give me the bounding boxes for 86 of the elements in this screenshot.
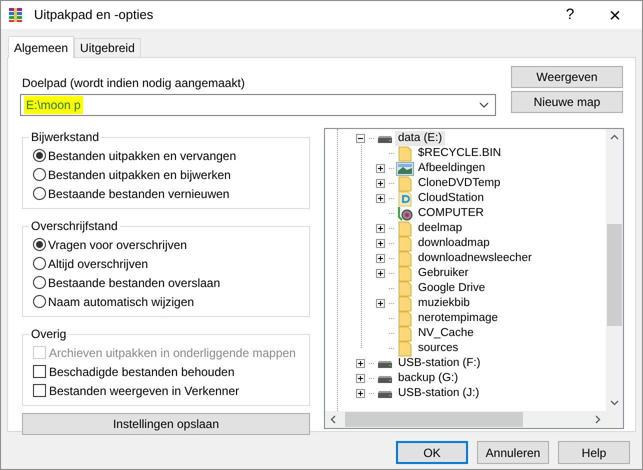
checkbox[interactable] (33, 384, 46, 397)
folder-icon (398, 326, 412, 342)
option-label: Bestaande bestanden vernieuwen (48, 186, 230, 202)
expand-icon[interactable] (356, 389, 364, 398)
expand-icon[interactable] (376, 239, 384, 248)
tree-item[interactable]: data (E:) (395, 131, 446, 146)
option-label: Vragen voor overschrijven (48, 236, 187, 254)
folder-icon (398, 146, 412, 162)
expand-icon[interactable] (376, 179, 384, 188)
dialog-button[interactable]: OK (396, 441, 468, 464)
folder-icon (398, 250, 412, 266)
drive-icon (377, 390, 393, 398)
dialog-button[interactable]: Annuleren (477, 441, 549, 464)
close-button[interactable]: × (592, 1, 638, 29)
help-button[interactable]: ? (548, 1, 592, 29)
option-label: Bestanden uitpakken en bijwerken (48, 166, 231, 184)
tree-item[interactable]: downloadnewsleecher (415, 251, 535, 266)
radio-button[interactable] (33, 238, 46, 251)
expand-icon[interactable] (356, 359, 364, 368)
folder-icon (398, 266, 412, 282)
folder-icon (398, 220, 412, 236)
drive-icon (377, 360, 393, 368)
destination-label: Doelpad (wordt indien nodig aangemaakt) (22, 75, 246, 89)
folder-icon (398, 310, 412, 326)
dropdown-icon[interactable] (479, 102, 489, 108)
expand-icon[interactable] (376, 299, 384, 308)
radio-button[interactable] (33, 149, 46, 162)
horizontal-scrollbar[interactable] (325, 411, 623, 428)
tree-item[interactable]: USB-station (F:) (395, 356, 484, 371)
image-icon (396, 162, 414, 176)
group-title: Overschrijfstand (30, 218, 119, 235)
folder-icon (398, 296, 412, 312)
collapse-icon[interactable] (356, 134, 364, 143)
radio-button[interactable] (33, 168, 46, 181)
cloud-folder-icon (398, 190, 412, 206)
folder-icon (398, 280, 412, 296)
option-label: Altijd overschrijven (48, 256, 148, 272)
radio-button[interactable] (33, 295, 46, 308)
tree-item[interactable]: Afbeeldingen (415, 161, 488, 176)
drive-icon (377, 374, 393, 382)
option-label: Bestaande bestanden overslaan (48, 274, 220, 292)
expand-icon[interactable] (356, 374, 364, 383)
group-title: Overig (30, 326, 68, 343)
tab[interactable]: Algemeen (8, 36, 74, 58)
expand-icon[interactable] (376, 254, 384, 263)
radio-button[interactable] (33, 187, 46, 200)
tree-item[interactable]: CloudStation (415, 191, 487, 206)
folder-icon (398, 340, 412, 356)
tree-item[interactable]: nerotempimage (415, 311, 501, 326)
option-label: Naam automatisch wijzigen (48, 294, 194, 310)
radio-button[interactable] (33, 257, 46, 270)
tree-item[interactable]: Google Drive (415, 281, 488, 296)
option-label: Bestanden uitpakken en vervangen (48, 148, 236, 164)
expand-icon[interactable] (376, 194, 384, 203)
radio-button[interactable] (33, 276, 46, 289)
tree-item[interactable]: Gebruiker (415, 266, 472, 281)
window-title: Uitpakpad en -opties (34, 6, 154, 24)
expand-icon[interactable] (376, 269, 384, 278)
tree-item[interactable]: COMPUTER (415, 206, 487, 221)
tree-item[interactable]: backup (G:) (395, 371, 462, 386)
tree-item[interactable]: deelmap (415, 221, 466, 236)
save-settings-button[interactable]: Instellingen opslaan (22, 413, 310, 435)
side-button[interactable]: Nieuwe map (511, 91, 623, 113)
expand-icon[interactable] (376, 164, 384, 173)
option-label: Archieven uitpakken in onderliggende mappen (49, 344, 296, 362)
folder-icon (398, 236, 412, 252)
tree-item[interactable]: USB-station (J:) (395, 386, 482, 401)
tree-item[interactable]: downloadmap (415, 236, 493, 251)
side-button[interactable]: Weergeven (511, 66, 623, 88)
group-title: Bijwerkstand (30, 129, 100, 146)
tree-item[interactable]: CloneDVDTemp (415, 176, 504, 191)
expand-icon[interactable] (376, 224, 384, 233)
tab[interactable]: Uitgebreid (74, 38, 141, 57)
drive-icon (377, 134, 393, 142)
option-label: Beschadigde bestanden behouden (49, 364, 234, 380)
dialog-button[interactable]: Help (558, 441, 630, 464)
tree-item[interactable]: sources (415, 341, 462, 356)
option-label: Bestanden weergeven in Verkenner (49, 382, 240, 400)
app-icon (8, 7, 24, 23)
tree-item[interactable]: muziekbib (415, 296, 473, 311)
folder-icon (398, 176, 412, 192)
tree-item[interactable]: NV_Cache (415, 326, 477, 341)
tree-item[interactable]: $RECYCLE.BIN (415, 146, 504, 161)
checkbox[interactable] (33, 365, 46, 378)
destination-field[interactable]: E:\moon p (20, 94, 496, 116)
vertical-scrollbar[interactable] (606, 129, 623, 411)
